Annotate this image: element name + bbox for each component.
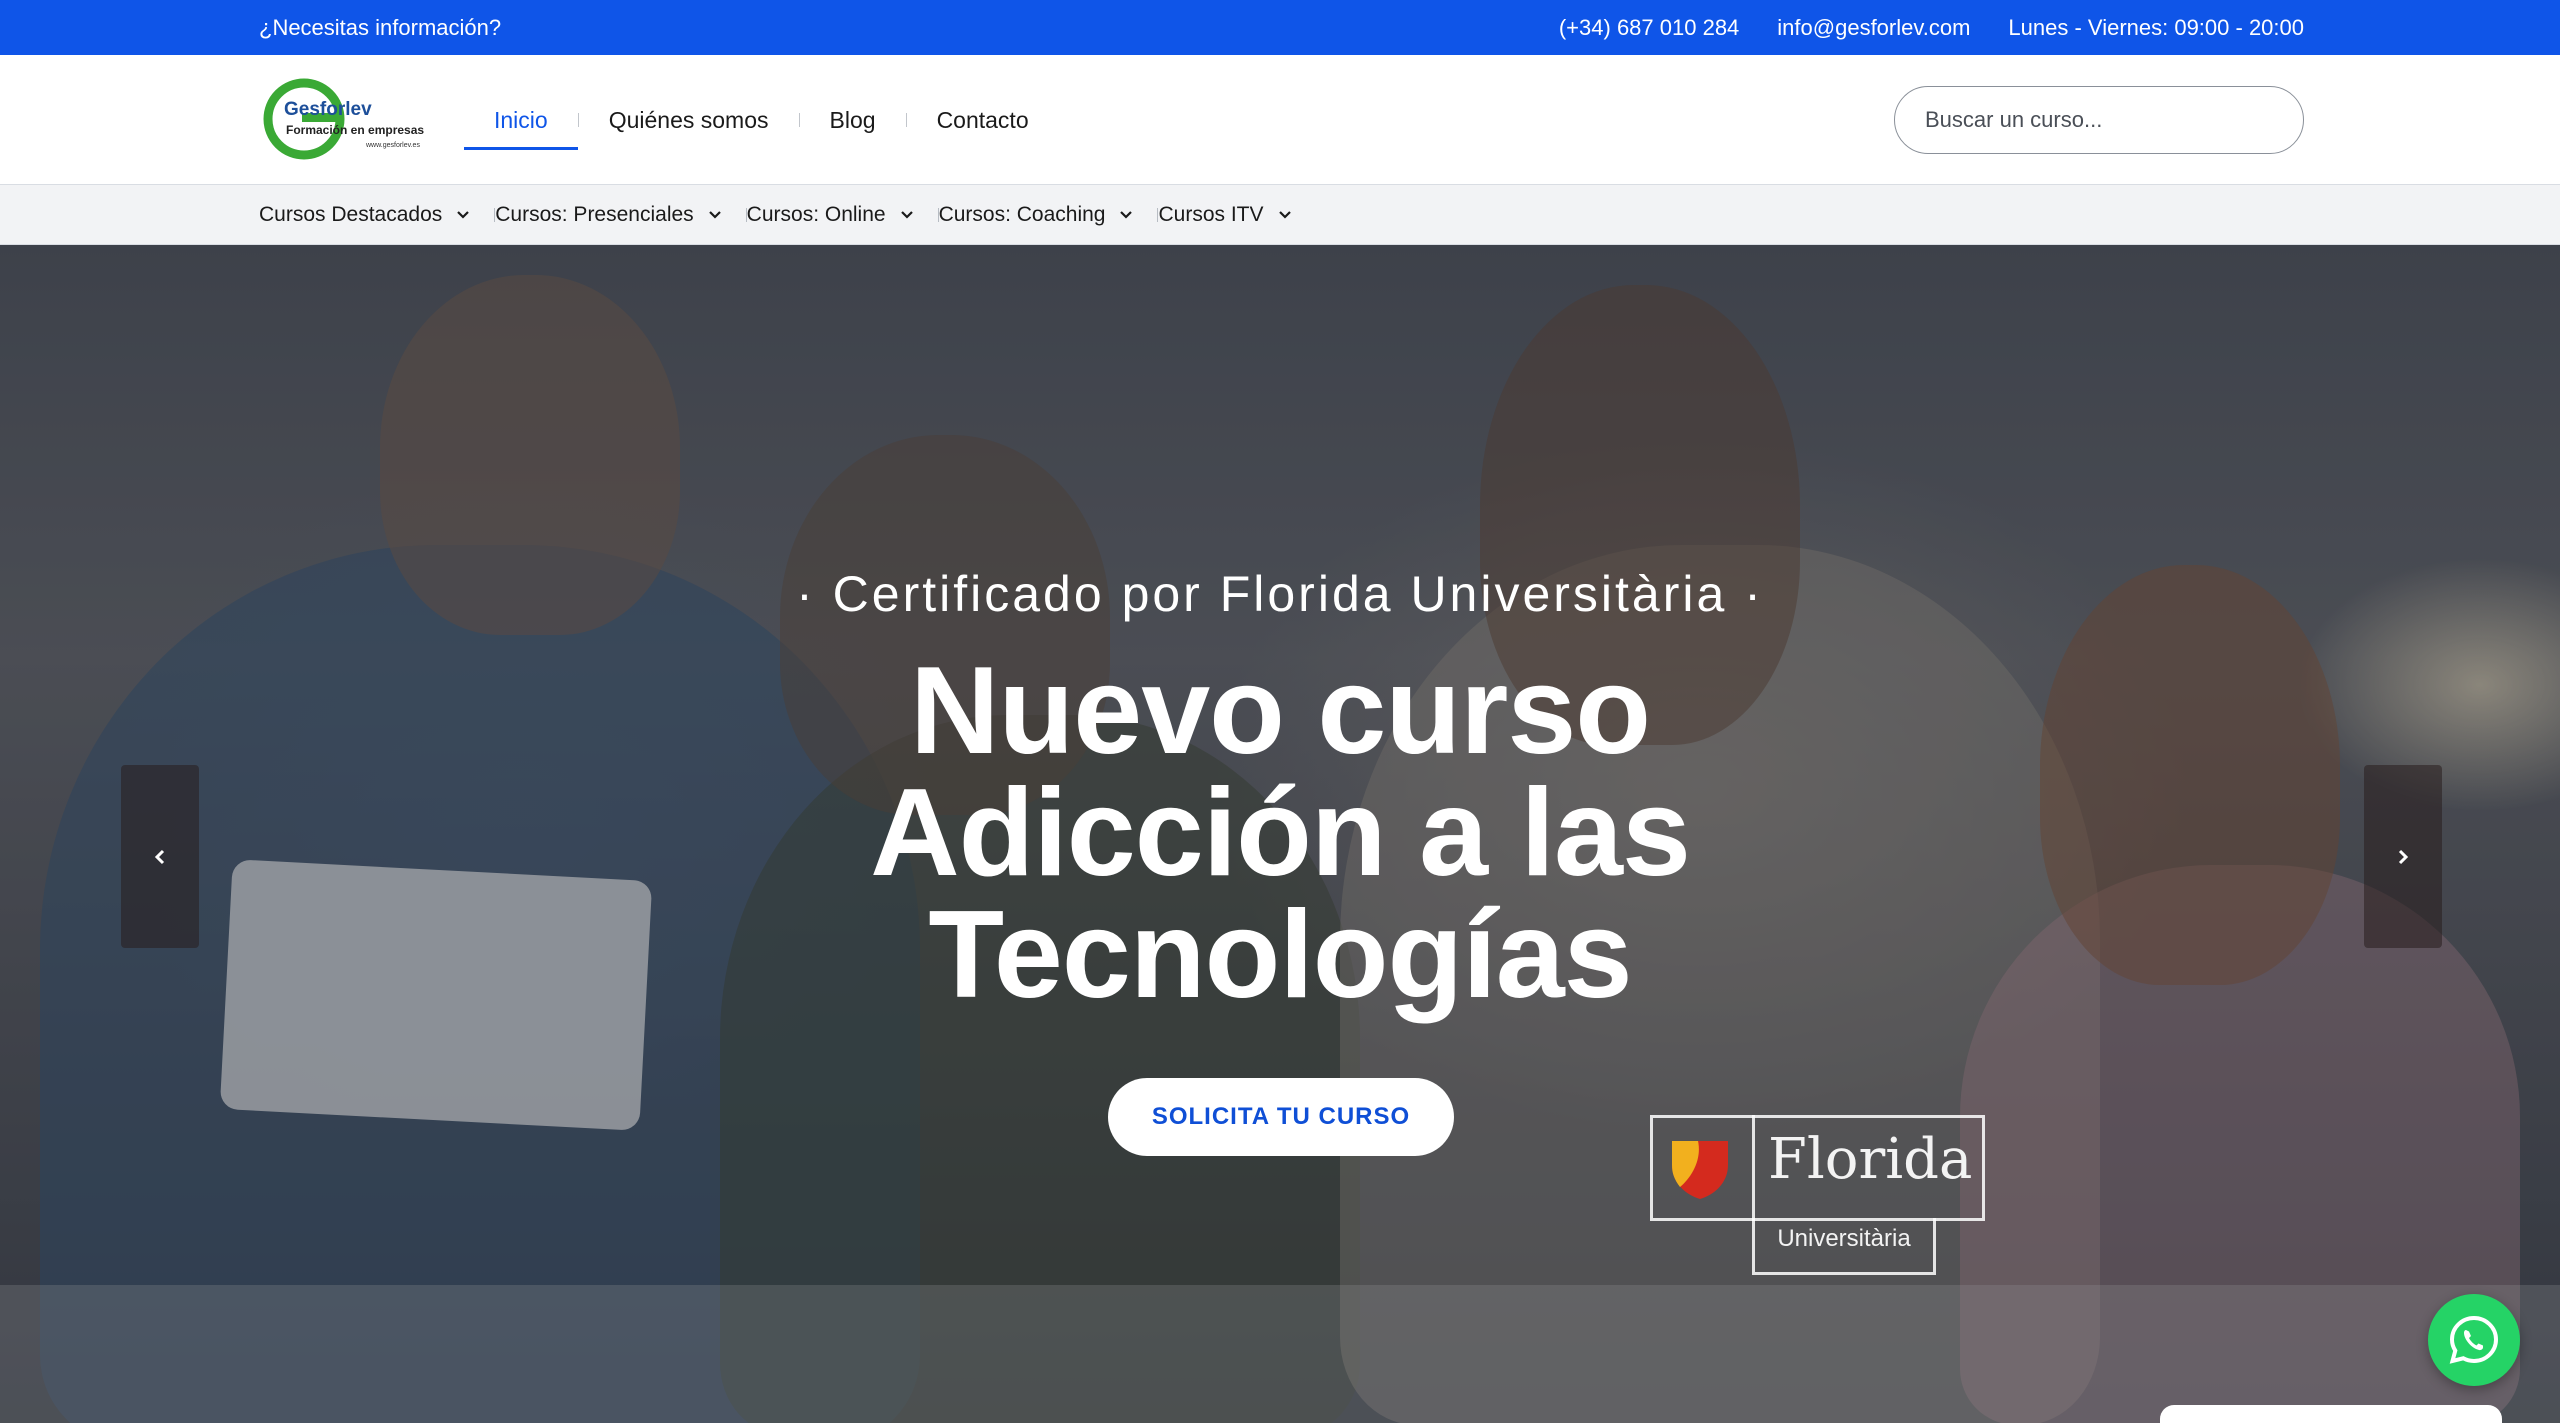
contact-info: (+34) 687 010 284 info@gesforlev.com Lun… [1559,0,2304,55]
whatsapp-chat-button[interactable] [2428,1294,2520,1386]
info-label: ¿Necesitas información? [259,15,502,40]
hero-title-line: Adicción a las [870,764,1691,902]
cookie-banner-tab[interactable] [2160,1405,2502,1423]
chevron-right-icon [2398,849,2409,864]
slider-prev-button[interactable] [121,765,199,948]
category-label: Cursos: Online [746,203,886,226]
florida-universitaria-badge: Florida Universitària [1650,1115,1985,1275]
site-header: Gesforlev Formación en empresas www.gesf… [0,55,2560,185]
chevron-left-icon [154,849,165,864]
slider-next-button[interactable] [2364,765,2442,948]
category-cursos-coaching[interactable]: Cursos: Coaching [939,203,1158,227]
category-cursos-presenciales[interactable]: Cursos: Presenciales [495,203,745,227]
category-label: Cursos: Presenciales [495,203,694,226]
hero-slider: · Certificado por Florida Universitària … [0,245,2560,1423]
svg-text:www.gesforlev.es: www.gesforlev.es [365,142,420,149]
opening-hours: Lunes - Viernes: 09:00 - 20:00 [2008,15,2304,40]
main-nav: Inicio Quiénes somos Blog Contacto [464,55,1059,185]
chevron-down-icon [708,211,721,219]
category-label: Cursos ITV [1158,203,1264,226]
svg-text:Gesforlev: Gesforlev [284,99,372,120]
chevron-down-icon [457,211,470,219]
category-label: Cursos: Coaching [938,203,1106,226]
chevron-down-icon [1120,211,1133,219]
email-link[interactable]: info@gesforlev.com [1777,0,1970,55]
category-cursos-itv[interactable]: Cursos ITV [1158,203,1315,227]
category-label: Cursos Destacados [259,203,443,226]
category-menu: Cursos Destacados Cursos: Presenciales C… [259,185,1316,245]
badge-name: Florida [1768,1127,1973,1192]
chevron-down-icon [1278,211,1291,219]
gesforlev-logo[interactable]: Gesforlev Formación en empresas www.gesf… [262,73,442,165]
nav-blog[interactable]: Blog [800,55,906,185]
category-cursos-online[interactable]: Cursos: Online [747,203,938,227]
category-cursos-destacados[interactable]: Cursos Destacados [259,203,494,227]
top-info-bar: ¿Necesitas información? (+34) 687 010 28… [0,0,2560,55]
badge-divider [1752,1115,1755,1221]
shield-icon [1672,1141,1728,1199]
hero-title-line: Tecnologías [928,886,1632,1024]
hero-title: Nuevo curso Adicción a las Tecnologías [0,642,2560,1024]
hero-title-line: Nuevo curso [909,642,1651,780]
course-search-input[interactable] [1894,86,2304,154]
badge-sub: Universitària [1777,1225,1911,1252]
svg-text:Formación en empresas: Formación en empresas [286,123,424,137]
solicita-curso-button[interactable]: SOLICITA TU CURSO [1108,1078,1454,1156]
nav-quienes-somos[interactable]: Quiénes somos [579,55,799,185]
hero-eyebrow: · Certificado por Florida Universitària … [796,566,1764,622]
chevron-down-icon [900,211,913,219]
category-bar: Cursos Destacados Cursos: Presenciales C… [0,185,2560,245]
nav-inicio[interactable]: Inicio [464,55,578,185]
nav-contacto[interactable]: Contacto [907,55,1059,185]
phone-link[interactable]: (+34) 687 010 284 [1559,0,1739,55]
whatsapp-icon [2449,1315,2499,1364]
